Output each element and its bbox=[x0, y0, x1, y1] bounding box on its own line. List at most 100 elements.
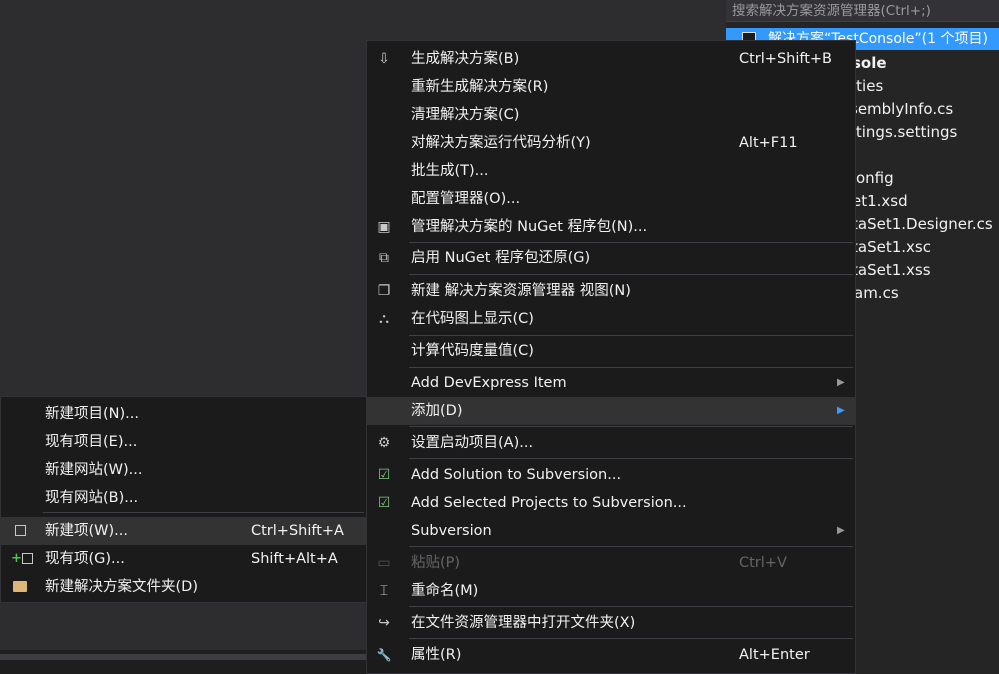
menu-item-properties[interactable]: 🔧 属性(R) Alt+Enter bbox=[367, 641, 855, 669]
menu-item-calculate-code-metrics[interactable]: 计算代码度量值(C) bbox=[367, 337, 855, 365]
menu-item-label: 在代码图上显示(C) bbox=[411, 311, 534, 327]
submenu-item-new-solution-folder[interactable]: 新建解决方案文件夹(D) bbox=[1, 573, 366, 601]
menu-item-build-solution[interactable]: ⇩ 生成解决方案(B) Ctrl+Shift+B bbox=[367, 45, 855, 73]
svn-add-selected-icon: ☑ bbox=[377, 495, 391, 511]
menu-separator bbox=[409, 367, 853, 368]
menu-separator bbox=[409, 426, 853, 427]
tree-item[interactable] bbox=[850, 144, 999, 166]
tree-item[interactable]: onfig bbox=[856, 167, 999, 189]
new-folder-icon bbox=[11, 579, 29, 595]
menu-item-paste[interactable]: ▭ 粘贴(P) Ctrl+V bbox=[367, 549, 855, 577]
solution-context-menu: ⇩ 生成解决方案(B) Ctrl+Shift+B 重新生成解决方案(R) 清理解… bbox=[366, 40, 856, 674]
submenu-item-new-project[interactable]: 新建项目(N)... bbox=[1, 400, 366, 428]
menu-separator bbox=[409, 606, 853, 607]
submenu-arrow-icon: ▶ bbox=[837, 525, 845, 536]
menu-item-label: 批生成(T)... bbox=[411, 163, 489, 179]
submenu-item-new-item[interactable]: 新建项(W)... Ctrl+Shift+A bbox=[1, 517, 366, 545]
menu-item-manage-nuget[interactable]: ▣ 管理解决方案的 NuGet 程序包(N)... bbox=[367, 213, 855, 241]
submenu-item-existing-item[interactable]: + 现有项(G)... Shift+Alt+A bbox=[1, 545, 366, 573]
menu-item-label: 新建解决方案文件夹(D) bbox=[45, 579, 198, 595]
menu-item-label: Add Solution to Subversion... bbox=[411, 467, 622, 483]
menu-item-label: 现有项(G)... bbox=[45, 551, 125, 567]
menu-item-label: 重新生成解决方案(R) bbox=[411, 79, 549, 95]
nuget-package-icon: ▣ bbox=[377, 219, 391, 235]
menu-item-rename[interactable]: ⌶ 重命名(M) bbox=[367, 577, 855, 605]
menu-item-configuration-manager[interactable]: 配置管理器(O)... bbox=[367, 185, 855, 213]
menu-item-label: 新建项目(N)... bbox=[45, 406, 139, 422]
menu-item-label: 启用 NuGet 程序包还原(G) bbox=[411, 250, 591, 266]
menu-item-open-folder-in-explorer[interactable]: ↪ 在文件资源管理器中打开文件夹(X) bbox=[367, 609, 855, 637]
menu-separator bbox=[43, 512, 364, 513]
menu-item-run-code-analysis[interactable]: 对解决方案运行代码分析(Y) Alt+F11 bbox=[367, 129, 855, 157]
menu-separator bbox=[409, 335, 853, 336]
tree-item[interactable]: et1.xsd bbox=[852, 190, 999, 212]
tree-item[interactable]: ttings.settings bbox=[850, 121, 999, 143]
menu-item-label: 属性(R) bbox=[411, 647, 462, 663]
menu-item-label: 现有网站(B)... bbox=[45, 490, 139, 506]
menu-item-label: 粘贴(P) bbox=[411, 555, 461, 571]
menu-item-label: Add Selected Projects to Subversion... bbox=[411, 495, 687, 511]
open-folder-arrow-icon: ↪ bbox=[378, 615, 390, 631]
rename-icon: ⌶ bbox=[379, 583, 389, 599]
menu-separator bbox=[409, 638, 853, 639]
tree-item[interactable]: sole bbox=[852, 52, 999, 74]
menu-separator bbox=[409, 458, 853, 459]
menu-item-add[interactable]: 添加(D) ▶ bbox=[367, 397, 855, 425]
menu-item-label: Add DevExpress Item bbox=[411, 375, 567, 391]
menu-item-label: 生成解决方案(B) bbox=[411, 51, 520, 67]
submenu-item-existing-project[interactable]: 现有项目(E)... bbox=[1, 428, 366, 456]
menu-item-shortcut: Shift+Alt+A bbox=[251, 551, 338, 567]
menu-item-add-devexpress-item[interactable]: Add DevExpress Item ▶ bbox=[367, 369, 855, 397]
menu-item-show-on-code-map[interactable]: ⛬ 在代码图上显示(C) bbox=[367, 305, 855, 333]
menu-item-shortcut: Alt+F11 bbox=[739, 135, 798, 151]
menu-item-rebuild-solution[interactable]: 重新生成解决方案(R) bbox=[367, 73, 855, 101]
menu-item-add-selected-to-svn[interactable]: ☑ Add Selected Projects to Subversion... bbox=[367, 489, 855, 517]
menu-item-shortcut: Ctrl+Shift+B bbox=[739, 51, 833, 67]
menu-separator bbox=[409, 274, 853, 275]
menu-separator bbox=[409, 546, 853, 547]
gear-icon: ⚙ bbox=[377, 435, 391, 451]
tree-item[interactable]: taSet1.Designer.cs bbox=[852, 213, 999, 235]
menu-item-label: 现有项目(E)... bbox=[45, 434, 138, 450]
menu-item-label: 新建网站(W)... bbox=[45, 462, 143, 478]
menu-item-label: Subversion bbox=[411, 523, 492, 539]
submenu-item-new-website[interactable]: 新建网站(W)... bbox=[1, 456, 366, 484]
menu-item-clean-solution[interactable]: 清理解决方案(C) bbox=[367, 101, 855, 129]
menu-item-label: 设置启动项目(A)... bbox=[411, 435, 534, 451]
menu-item-label: 配置管理器(O)... bbox=[411, 191, 521, 207]
tree-item[interactable]: taSet1.xsc bbox=[852, 236, 999, 258]
menu-item-label: 添加(D) bbox=[411, 403, 463, 419]
solution-explorer-search-input[interactable]: 搜索解决方案资源管理器(Ctrl+;) bbox=[726, 0, 999, 22]
menu-item-subversion[interactable]: Subversion ▶ bbox=[367, 517, 855, 545]
menu-separator bbox=[409, 242, 853, 243]
submenu-arrow-icon: ▶ bbox=[837, 377, 845, 388]
menu-item-set-startup-project[interactable]: ⚙ 设置启动项目(A)... bbox=[367, 429, 855, 457]
tree-item[interactable]: semblyInfo.cs bbox=[850, 98, 999, 120]
menu-item-add-solution-to-svn[interactable]: ☑ Add Solution to Subversion... bbox=[367, 461, 855, 489]
tree-item[interactable]: am.cs bbox=[854, 282, 999, 304]
menu-item-label: 新建 解决方案资源管理器 视图(N) bbox=[411, 283, 631, 299]
menu-item-label: 在文件资源管理器中打开文件夹(X) bbox=[411, 615, 636, 631]
wrench-icon: 🔧 bbox=[376, 648, 392, 662]
new-item-icon bbox=[11, 523, 29, 539]
menu-item-label: 重命名(M) bbox=[411, 583, 479, 599]
code-map-icon: ⛬ bbox=[379, 311, 389, 327]
build-solution-icon: ⇩ bbox=[378, 51, 390, 67]
menu-item-shortcut: Alt+Enter bbox=[739, 647, 810, 663]
horizontal-scrollbar[interactable] bbox=[0, 654, 370, 660]
menu-item-label: 管理解决方案的 NuGet 程序包(N)... bbox=[411, 219, 648, 235]
submenu-item-existing-website[interactable]: 现有网站(B)... bbox=[1, 484, 366, 512]
menu-item-new-explorer-view[interactable]: ❐ 新建 解决方案资源管理器 视图(N) bbox=[367, 277, 855, 305]
tree-item[interactable]: rties bbox=[850, 75, 999, 97]
existing-item-icon: + bbox=[11, 551, 33, 567]
add-submenu: 新建项目(N)... 现有项目(E)... 新建网站(W)... 现有网站(B)… bbox=[0, 396, 367, 603]
tree-item[interactable]: taSet1.xss bbox=[852, 259, 999, 281]
menu-item-shortcut: Ctrl+V bbox=[739, 555, 787, 571]
menu-item-enable-nuget-restore[interactable]: ⧉ 启用 NuGet 程序包还原(G) bbox=[367, 244, 855, 272]
svn-add-icon: ☑ bbox=[377, 467, 391, 483]
menu-item-label: 对解决方案运行代码分析(Y) bbox=[411, 135, 591, 151]
submenu-arrow-icon: ▶ bbox=[837, 405, 845, 416]
nuget-restore-icon: ⧉ bbox=[379, 250, 389, 266]
menu-item-batch-build[interactable]: 批生成(T)... bbox=[367, 157, 855, 185]
menu-item-label: 清理解决方案(C) bbox=[411, 107, 520, 123]
